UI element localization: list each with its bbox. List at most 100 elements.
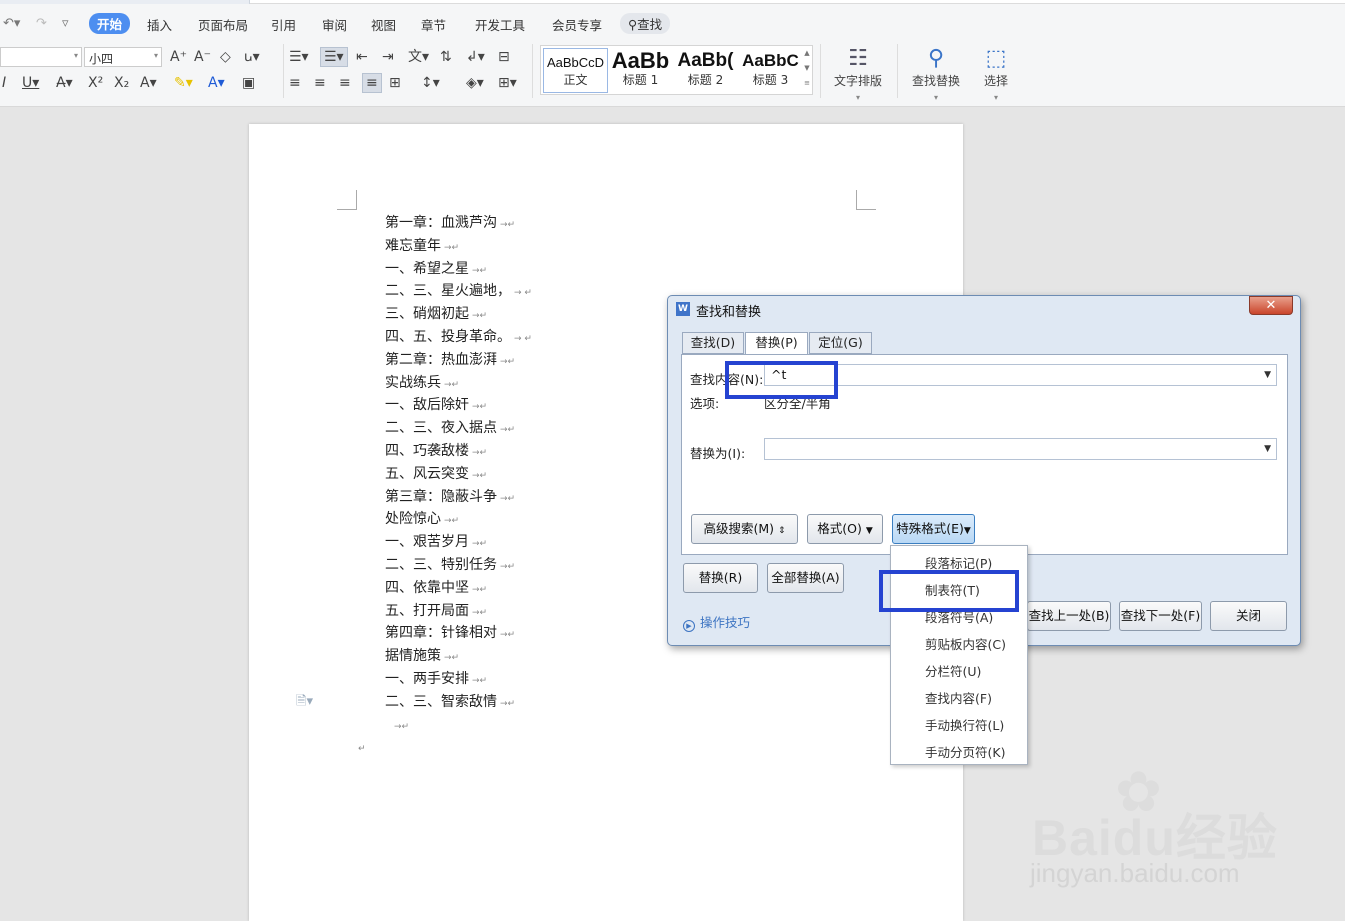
grow-font-icon[interactable]: A⁺ (170, 49, 187, 65)
document-line[interactable]: 第一章：血溅芦沟 →↵ (385, 212, 532, 235)
menu-review[interactable]: 审阅 (322, 15, 347, 34)
decrease-indent-icon[interactable]: ⇤ (356, 49, 368, 65)
more-icon[interactable]: ≡ (802, 76, 812, 91)
document-line[interactable]: 第三章：隐蔽斗争 →↵ (385, 486, 532, 509)
chevron-down-icon[interactable]: ▼ (1264, 444, 1271, 454)
page-icon[interactable]: 🗎▾ (296, 692, 313, 714)
menu-view[interactable]: 视图 (371, 15, 396, 34)
clear-format-icon[interactable]: ◇ (220, 49, 231, 65)
document-line[interactable]: 二、三、智索敌情 →↵ (385, 691, 532, 714)
replace-input[interactable]: ▼ (764, 438, 1277, 460)
increase-indent-icon[interactable]: ⇥ (382, 49, 394, 65)
menu-item[interactable]: 分栏符(U) (925, 661, 981, 680)
document-line[interactable]: 二、三、特别任务 →↵ (385, 554, 532, 577)
highlight-icon[interactable]: ✎▾ (174, 75, 193, 91)
document-line[interactable]: 一、敌后除奸 →↵ (385, 394, 532, 417)
document-line[interactable]: 据情施策 →↵ (385, 645, 532, 668)
show-marks-icon[interactable]: ↲▾ (466, 49, 485, 65)
justify-icon[interactable]: ≡ (362, 73, 382, 93)
tab-find[interactable]: 查找(D) (682, 332, 744, 354)
document-line[interactable]: 五、风云突变 →↵ (385, 463, 532, 486)
distribute-icon[interactable]: ⊞ (389, 75, 401, 91)
menu-member[interactable]: 会员专享 (552, 15, 602, 34)
font-family-select[interactable]: ▾ (0, 47, 82, 67)
document-line[interactable]: 四、依靠中坚 →↵ (385, 577, 532, 600)
sort-icon[interactable]: ⇅ (440, 49, 452, 65)
document-line[interactable]: 第四章：针锋相对 →↵ (385, 622, 532, 645)
menu-search[interactable]: ⚲查找 (620, 13, 671, 34)
close-button[interactable]: 关闭 (1210, 601, 1287, 631)
replace-all-button[interactable]: 全部替换(A) (767, 563, 844, 593)
menu-start[interactable]: 开始 (89, 13, 131, 34)
chevron-down-icon[interactable]: ▼ (802, 61, 812, 76)
menu-chapter[interactable]: 章节 (421, 15, 446, 34)
phonetic-icon[interactable]: ꭎ▾ (244, 49, 260, 65)
menu-item[interactable]: 剪贴板内容(C) (925, 634, 1006, 653)
align-right-icon[interactable]: ≡ (339, 75, 351, 91)
document-line[interactable]: ↵ (355, 736, 532, 759)
style-normal[interactable]: AaBbCcD 正文 (543, 48, 608, 93)
find-input[interactable]: ^t ▼ (764, 364, 1277, 386)
style-heading-2[interactable]: AaBb( 标题 2 (673, 48, 738, 93)
underline-icon[interactable]: U▾ (22, 75, 39, 91)
find-previous-button[interactable]: 查找上一处(B) (1027, 601, 1111, 631)
numbered-list-icon[interactable]: ☰▾ (320, 47, 348, 67)
font-color-icon[interactable]: A▾ (208, 75, 225, 91)
bullet-list-icon[interactable]: ☰▾ (289, 49, 309, 65)
menu-developer[interactable]: 开发工具 (475, 15, 525, 34)
line-spacing-icon[interactable]: ↕▾ (421, 75, 440, 91)
menu-item[interactable]: 手动换行符(L) (925, 715, 1004, 734)
document-line[interactable]: 一、希望之星 →↵ (385, 258, 532, 281)
tips-link[interactable]: ▶ 操作技巧 (683, 612, 750, 632)
superscript-icon[interactable]: X² (88, 75, 103, 91)
tab-replace[interactable]: 替换(P) (745, 332, 808, 355)
align-left-icon[interactable]: ≡ (289, 75, 301, 91)
document-line[interactable]: 难忘童年 →↵ (385, 235, 532, 258)
select-button[interactable]: ⬚ 选择 ▾ (964, 46, 1028, 102)
tab-goto[interactable]: 定位(G) (809, 332, 872, 354)
italic-icon[interactable]: I (2, 75, 6, 91)
dialog-titlebar[interactable]: W 查找和替换 ✕ (668, 296, 1300, 322)
font-size-select[interactable]: 小四 ▾ (84, 47, 162, 67)
find-next-button[interactable]: 查找下一处(F) (1119, 601, 1202, 631)
menu-item[interactable]: 查找内容(F) (925, 688, 992, 707)
close-icon[interactable]: ✕ (1249, 296, 1293, 315)
document-line[interactable]: 二、三、星火遍地， → ↵ (385, 280, 532, 303)
align-center-icon[interactable]: ≡ (314, 75, 326, 91)
menu-item[interactable]: 手动分页符(K) (925, 742, 1005, 761)
menu-insert[interactable]: 插入 (147, 15, 172, 34)
tab-stops-icon[interactable]: ⊟ (498, 49, 510, 65)
find-replace-button[interactable]: ⚲ 查找替换 ▾ (904, 46, 968, 102)
document-line[interactable]: 五、打开局面 →↵ (385, 600, 532, 623)
undo-icon[interactable]: ↶▾ (3, 16, 20, 31)
shading-icon[interactable]: ◈▾ (466, 75, 484, 91)
style-heading-3[interactable]: AaBbC 标题 3 (738, 48, 803, 93)
document-body[interactable]: 第一章：血溅芦沟 →↵ 难忘童年 →↵ 一、希望之星 →↵ 二、三、星火遍地， → ↵ 三、硝烟… (358, 212, 532, 759)
style-heading-1[interactable]: AaBb 标题 1 (608, 48, 673, 93)
document-line[interactable]: →↵ (391, 714, 532, 737)
style-gallery-scroll[interactable]: ▲ ▼ ≡ (802, 46, 812, 94)
document-line[interactable]: 处险惊心 →↵ (385, 508, 532, 531)
text-effect-icon[interactable]: A▾ (140, 75, 157, 91)
advanced-search-button[interactable]: 高级搜索(M) ⇕ (691, 514, 798, 544)
char-border-icon[interactable]: ▣ (242, 75, 255, 91)
document-line[interactable]: 四、五、投身革命。 → ↵ (385, 326, 532, 349)
document-line[interactable]: 四、巧袭敌楼 →↵ (385, 440, 532, 463)
strikethrough-icon[interactable]: A̶▾ (56, 75, 73, 91)
special-format-button[interactable]: 特殊格式(E)▼ (892, 514, 975, 544)
menu-page-layout[interactable]: 页面布局 (198, 15, 248, 34)
document-tab[interactable] (0, 0, 250, 4)
document-line[interactable]: 一、艰苦岁月 →↵ (385, 531, 532, 554)
chinese-layout-icon[interactable]: 文▾ (408, 49, 429, 65)
shrink-font-icon[interactable]: A⁻ (194, 49, 211, 65)
chevron-down-icon[interactable]: ▼ (1264, 370, 1271, 380)
customize-icon[interactable]: ▿ (62, 16, 69, 31)
menu-references[interactable]: 引用 (271, 15, 296, 34)
replace-button[interactable]: 替换(R) (683, 563, 758, 593)
subscript-icon[interactable]: X₂ (114, 75, 129, 91)
chevron-up-icon[interactable]: ▲ (802, 46, 812, 61)
format-button[interactable]: 格式(O) ▼ (807, 514, 883, 544)
document-line[interactable]: 二、三、夜入据点 →↵ (385, 417, 532, 440)
redo-icon[interactable]: ↷ (36, 16, 47, 31)
document-line[interactable]: 一、两手安排 →↵ (385, 668, 532, 691)
